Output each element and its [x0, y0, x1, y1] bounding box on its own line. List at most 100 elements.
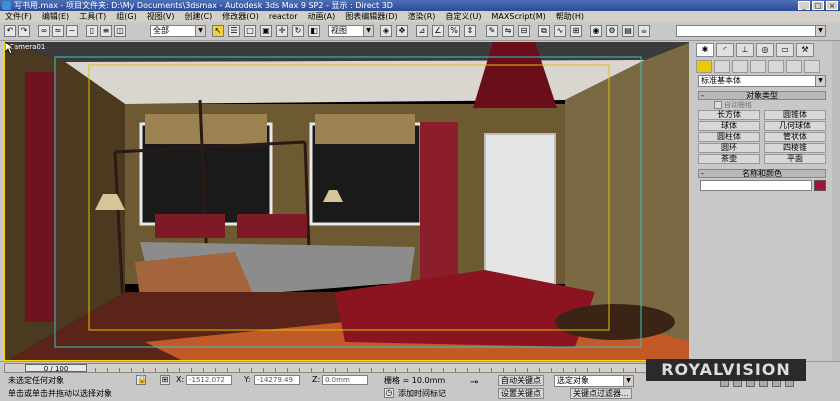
select-arrow-icon[interactable]: ↖ [212, 25, 224, 37]
render-preset-dropdown[interactable]: ▼ [676, 25, 826, 37]
z-coordinate-field[interactable]: 0.0mm [322, 375, 368, 385]
menu-help[interactable]: 帮助(H) [551, 11, 589, 22]
helpers-icon[interactable] [768, 60, 784, 73]
object-name-input[interactable] [700, 180, 812, 191]
rendered-scene [5, 42, 689, 360]
plane-button[interactable]: 平面 [764, 154, 826, 164]
menu-views[interactable]: 视图(V) [142, 11, 180, 22]
selection-filter-dropdown[interactable]: 全部 ▼ [150, 25, 206, 37]
set-key-button[interactable]: 设置关键点 [498, 388, 544, 399]
unlink-icon[interactable]: ≈ [52, 25, 64, 37]
quick-render-icon[interactable]: ☕ [638, 25, 650, 37]
menu-graph-editors[interactable]: 图表编辑器(D) [340, 11, 402, 22]
shapes-icon[interactable] [714, 60, 730, 73]
utilities-tab-icon[interactable]: ⚒ [796, 43, 814, 57]
menu-tools[interactable]: 工具(T) [74, 11, 111, 22]
close-button[interactable]: × [826, 1, 838, 10]
layer-manager-icon[interactable]: ⧉ [538, 25, 550, 37]
redo-icon[interactable]: ↷ [18, 25, 30, 37]
absolute-mode-icon[interactable]: ⊞ [160, 375, 170, 385]
geosphere-button[interactable]: 几何球体 [764, 121, 826, 131]
material-editor-icon[interactable]: ◉ [590, 25, 602, 37]
teapot-button[interactable]: 茶壶 [698, 154, 760, 164]
select-and-move-icon[interactable]: ✛ [276, 25, 288, 37]
region-select-icon[interactable]: ◫ [114, 25, 126, 37]
align-icon[interactable]: ⊟ [518, 25, 530, 37]
menu-file[interactable]: 文件(F) [0, 11, 37, 22]
motion-tab-icon[interactable]: ◎ [756, 43, 774, 57]
undo-icon[interactable]: ↶ [4, 25, 16, 37]
key-icon[interactable]: ⊸ [470, 377, 490, 389]
menu-animation[interactable]: 动画(A) [302, 11, 340, 22]
maximize-button[interactable]: □ [812, 1, 824, 10]
hierarchy-tab-icon[interactable]: ⊥ [736, 43, 754, 57]
geometry-icon[interactable] [696, 60, 712, 73]
select-by-name-icon[interactable]: ≡ [100, 25, 112, 37]
time-tag-icon[interactable]: ◷ [384, 388, 394, 398]
systems-icon[interactable] [804, 60, 820, 73]
time-slider-thumb[interactable]: 0 / 100 [25, 364, 87, 373]
select-and-scale-icon[interactable]: ◧ [308, 25, 320, 37]
snap-toggle-icon[interactable]: ⊿ [416, 25, 428, 37]
menu-group[interactable]: 组(G) [111, 11, 141, 22]
box-button[interactable]: 长方体 [698, 110, 760, 120]
window-crossing-icon[interactable]: ▣ [260, 25, 272, 37]
percent-snap-icon[interactable]: % [448, 25, 460, 37]
camera-viewport[interactable]: Camera01 [4, 41, 690, 361]
named-selection-icon[interactable]: ✎ [486, 25, 498, 37]
display-tab-icon[interactable]: ▭ [776, 43, 794, 57]
menu-reactor[interactable]: reactor [264, 11, 303, 22]
spinner-snap-icon[interactable]: ⇕ [464, 25, 476, 37]
curve-editor-icon[interactable]: ∿ [554, 25, 566, 37]
bind-space-warp-icon[interactable]: ~ [66, 25, 78, 37]
menu-edit[interactable]: 编辑(E) [37, 11, 74, 22]
reference-coordinate-dropdown[interactable]: 视图 ▼ [328, 25, 374, 37]
link-icon[interactable]: ∞ [38, 25, 50, 37]
autogrid-checkbox[interactable]: 自动栅格 [714, 100, 752, 110]
cylinder-button[interactable]: 圆柱体 [698, 132, 760, 142]
cone-button[interactable]: 圆锥体 [764, 110, 826, 120]
mirror-icon[interactable]: ⇋ [502, 25, 514, 37]
select-object-icon[interactable]: ▯ [86, 25, 98, 37]
x-coordinate-field[interactable]: -1512.072 [186, 375, 232, 385]
menu-modifiers[interactable]: 修改器(O) [217, 11, 264, 22]
add-time-tag-button[interactable]: 添加时间标记 [398, 388, 446, 399]
select-and-rotate-icon[interactable]: ↻ [292, 25, 304, 37]
object-color-swatch[interactable] [814, 180, 826, 191]
render-frame-icon[interactable]: ▤ [622, 25, 634, 37]
lights-icon[interactable] [732, 60, 748, 73]
chevron-down-icon: ▼ [195, 26, 205, 36]
lock-selection-icon[interactable]: 🔒 [136, 375, 147, 385]
y-coordinate-field[interactable]: -14279.49 [254, 375, 300, 385]
menu-rendering[interactable]: 渲染(R) [403, 11, 441, 22]
object-type-rollout[interactable]: - 对象类型 [698, 91, 826, 100]
command-panel-scrollbar[interactable] [832, 41, 840, 361]
cameras-icon[interactable] [750, 60, 766, 73]
pivot-center-icon[interactable]: ◈ [380, 25, 392, 37]
rectangular-selection-icon[interactable]: □ [244, 25, 256, 37]
sphere-button[interactable]: 球体 [698, 121, 760, 131]
select-manipulate-icon[interactable]: ✥ [396, 25, 408, 37]
space-warps-icon[interactable] [786, 60, 802, 73]
modify-tab-icon[interactable]: ◜ [716, 43, 734, 57]
key-filters-button[interactable]: 关键点过滤器... [570, 388, 632, 399]
schematic-view-icon[interactable]: ⊞ [570, 25, 582, 37]
menu-create[interactable]: 创建(C) [179, 11, 217, 22]
menu-customize[interactable]: 自定义(U) [440, 11, 486, 22]
tube-button[interactable]: 管状体 [764, 132, 826, 142]
select-by-name-list-icon[interactable]: ☰ [228, 25, 240, 37]
minimize-button[interactable]: _ [798, 1, 810, 10]
pyramid-button[interactable]: 四棱锥 [764, 143, 826, 153]
angle-snap-icon[interactable]: ∠ [432, 25, 444, 37]
create-category-icons [696, 60, 820, 73]
create-tab-icon[interactable]: ✱ [696, 43, 714, 57]
time-slider[interactable]: 0 / 100 [4, 363, 690, 373]
key-selection-dropdown[interactable]: 选定对象 ▼ [554, 375, 634, 387]
torus-button[interactable]: 圆环 [698, 143, 760, 153]
geometry-category-dropdown[interactable]: 标准基本体 ▼ [698, 75, 826, 87]
render-setup-icon[interactable]: ⚙ [606, 25, 618, 37]
name-color-rollout[interactable]: - 名称和颜色 [698, 169, 826, 178]
menu-maxscript[interactable]: MAXScript(M) [487, 11, 551, 22]
auto-key-button[interactable]: 自动关键点 [498, 375, 544, 386]
z-coordinate-value: 0.0mm [325, 376, 350, 384]
